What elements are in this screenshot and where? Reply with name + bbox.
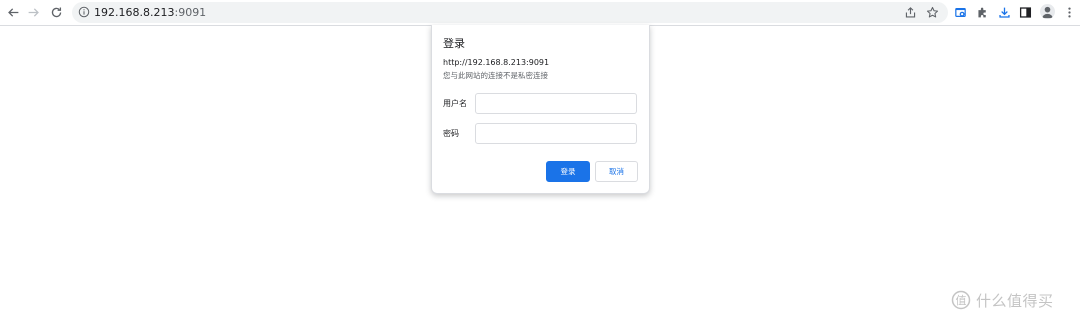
watermark-logo-icon: 值 <box>951 290 971 310</box>
dialog-origin-url: http://192.168.8.213:9091 <box>443 58 550 67</box>
username-field[interactable] <box>475 93 637 114</box>
bookmark-button[interactable] <box>926 6 939 19</box>
forward-icon <box>28 7 39 17</box>
address-bar[interactable]: 192.168.8.213:9091 <box>72 2 948 23</box>
username-label: 用户名 <box>443 99 467 108</box>
reload-icon <box>51 6 61 17</box>
reload-button[interactable] <box>47 3 65 21</box>
more-menu-icon <box>1067 6 1071 18</box>
forward-button[interactable] <box>24 3 42 21</box>
watermark-text: 什么值得买 <box>976 291 1054 310</box>
extensions-button[interactable] <box>975 5 989 19</box>
password-label: 密码 <box>443 129 459 138</box>
browser-toolbar: 192.168.8.213:9091 <box>0 0 1080 26</box>
bookmark-star-icon <box>926 6 939 18</box>
password-field[interactable] <box>475 123 637 144</box>
login-button[interactable]: 登录 <box>546 161 590 182</box>
share-button[interactable] <box>904 6 917 19</box>
back-icon <box>7 7 18 17</box>
download-icon <box>998 7 1010 18</box>
extension-app-icon <box>954 7 966 17</box>
cancel-button[interactable]: 取消 <box>595 161 638 182</box>
share-icon <box>905 7 916 18</box>
site-watermark: 值 什么值得买 <box>951 289 1054 311</box>
connection-warning: 您与此网站的连接不是私密连接 <box>443 71 548 80</box>
puzzle-extensions-icon <box>977 7 986 17</box>
downloads-button[interactable] <box>997 5 1011 19</box>
back-button[interactable] <box>4 3 22 21</box>
profile-avatar[interactable] <box>1040 4 1055 19</box>
side-panel-icon <box>1019 6 1031 18</box>
url-text[interactable]: 192.168.8.213:9091 <box>94 5 206 20</box>
url-host: 192.168.8.213 <box>94 6 175 19</box>
svg-text:值: 值 <box>956 294 967 307</box>
sign-in-dialog: 登录 http://192.168.8.213:9091 您与此网站的连接不是私… <box>431 25 650 194</box>
extension-app-button[interactable] <box>953 5 967 19</box>
dialog-title: 登录 <box>443 37 465 50</box>
more-menu-button[interactable] <box>1062 5 1076 19</box>
profile-avatar-icon <box>1042 6 1053 19</box>
side-panel-button[interactable] <box>1018 5 1032 19</box>
site-info-icon[interactable] <box>78 6 90 18</box>
url-port: :9091 <box>174 6 207 19</box>
